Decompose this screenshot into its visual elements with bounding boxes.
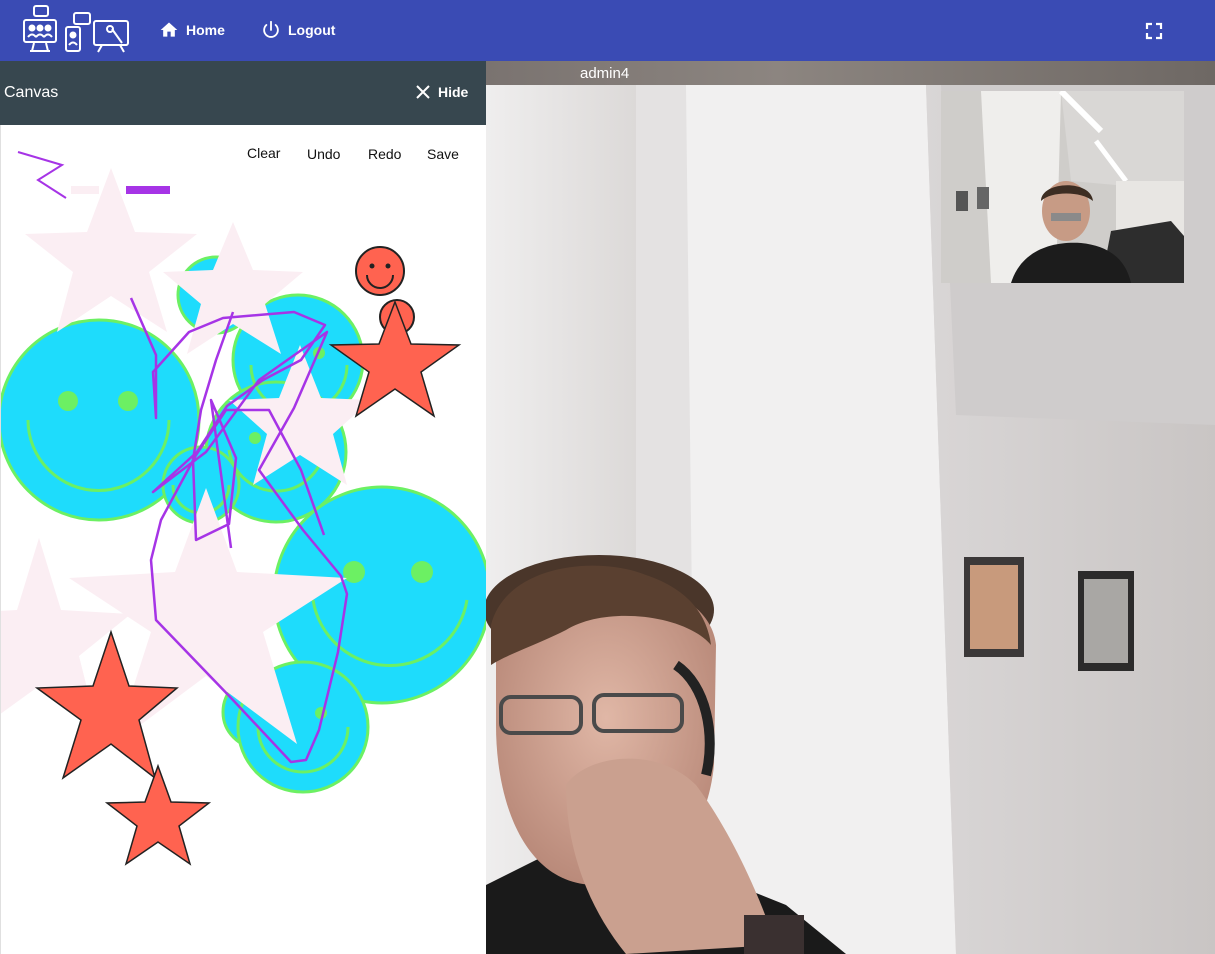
drawing-layer[interactable] — [1, 125, 486, 954]
app-bar: Home Logout — [0, 0, 1215, 61]
logout-label: Logout — [288, 22, 336, 38]
canvas-toolbar: Clear Undo Redo Save — [1, 145, 486, 165]
home-label: Home — [186, 22, 225, 38]
save-button[interactable]: Save — [427, 146, 459, 162]
participant-name: admin4 — [580, 65, 630, 82]
home-icon — [160, 22, 178, 37]
drawing-canvas[interactable]: Clear Undo Redo Save — [0, 125, 486, 954]
close-icon — [416, 85, 430, 99]
canvas-title: Canvas — [4, 84, 59, 101]
canvas-header: Canvas Hide — [0, 61, 486, 125]
red-smiley-shape — [355, 246, 415, 335]
fullscreen-icon[interactable] — [1144, 21, 1164, 41]
clear-button[interactable]: Clear — [247, 145, 280, 161]
hide-label: Hide — [438, 84, 469, 100]
canvas-panel: Canvas Hide Clear Undo Redo Save — [0, 61, 486, 954]
classroom-logo-icon[interactable] — [22, 5, 130, 53]
self-view-video[interactable] — [941, 91, 1184, 283]
power-icon — [263, 20, 279, 38]
home-button[interactable]: Home — [158, 18, 225, 42]
participant-label-bar: admin4 — [486, 61, 1215, 85]
video-conference-area: admin4 — [486, 61, 1215, 954]
logout-button[interactable]: Logout — [260, 18, 335, 42]
undo-button[interactable]: Undo — [307, 146, 340, 162]
hide-canvas-button[interactable]: Hide — [414, 83, 468, 101]
redo-button[interactable]: Redo — [368, 146, 401, 162]
